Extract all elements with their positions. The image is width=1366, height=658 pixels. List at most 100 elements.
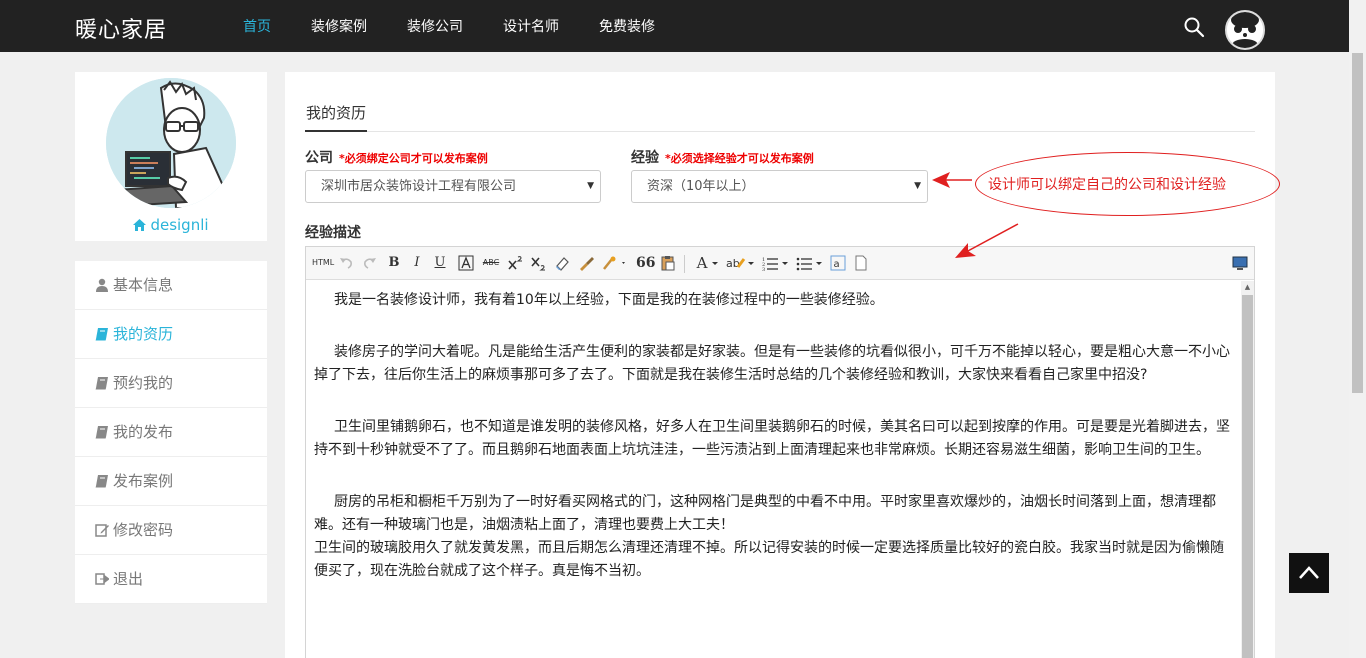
page-scrollbar-thumb[interactable] [1352, 53, 1363, 393]
side-item-basic-info[interactable]: 基本信息 [75, 261, 267, 310]
book-icon [95, 475, 108, 488]
undo-icon[interactable] [338, 254, 354, 272]
bold-button[interactable]: B [387, 254, 401, 272]
toolbar-separator [684, 255, 685, 273]
profile-card: designli [75, 72, 267, 241]
experience-select-value: 资深（10年以上） [647, 179, 755, 194]
scroll-up-icon[interactable]: ▲ [1241, 283, 1254, 293]
editor-paragraph: 卫生间的玻璃胶用久了就发黄发黑，而且后期怎么清理还清理不掉。所以记得安装的时候一… [314, 540, 1224, 579]
underline-button[interactable]: U [433, 254, 447, 272]
tab-bar: 我的资历 [305, 102, 1255, 132]
highlight-color-icon[interactable]: ab [726, 254, 746, 272]
experience-field-label: 经验 *必须选择经验才可以发布案例 [631, 147, 814, 167]
chevron-down-icon[interactable] [747, 254, 755, 272]
side-item-label: 我的发布 [113, 423, 174, 441]
ordered-list-icon[interactable]: 123 [762, 254, 780, 272]
chevron-down-icon: ▼ [587, 181, 594, 191]
panda-avatar-icon [1227, 12, 1263, 48]
tab-my-experience[interactable]: 我的资历 [305, 102, 368, 132]
chevron-down-icon: ▼ [914, 181, 921, 191]
side-item-label: 发布案例 [113, 472, 174, 490]
editor-paragraph: 卫生间里铺鹅卵石，也不知道是谁发明的装修风格，好多人在卫生间里装鹅卵石的时候，美… [314, 419, 1230, 458]
user-avatar[interactable] [1225, 10, 1265, 50]
rich-text-editor: HTML B I U ABC 66 A ab 123 a 我是一名装修设计师，我… [305, 246, 1255, 658]
nav-designers[interactable]: 设计名师 [503, 0, 559, 52]
chevron-down-icon[interactable] [711, 254, 719, 272]
fullscreen-icon[interactable] [1232, 254, 1248, 272]
svg-text:a: a [834, 259, 840, 270]
book-icon [95, 426, 108, 439]
username-text: designli [150, 216, 209, 234]
format-brush-icon[interactable] [578, 254, 596, 272]
font-color-button[interactable]: A [694, 254, 710, 272]
designer-illustration-icon [106, 78, 236, 208]
editor-scrollbar[interactable]: ▲ [1241, 281, 1254, 658]
side-item-publish-case[interactable]: 发布案例 [75, 457, 267, 506]
main-nav: 首页 装修案例 装修公司 设计名师 免费装修 [243, 0, 695, 52]
editor-blank-line [314, 462, 1233, 491]
side-item-label: 基本信息 [113, 276, 174, 294]
nav-companies[interactable]: 装修公司 [407, 0, 463, 52]
nav-cases[interactable]: 装修案例 [311, 0, 367, 52]
nav-free-decoration[interactable]: 免费装修 [599, 0, 655, 52]
brand-logo[interactable]: 暖心家居 [75, 12, 167, 44]
back-to-top-button[interactable] [1289, 553, 1329, 593]
editor-blank-line [314, 387, 1233, 416]
company-required-note: *必须绑定公司才可以发布案例 [339, 152, 488, 165]
strikethrough-button[interactable]: ABC [481, 254, 501, 272]
editor-scrollbar-thumb[interactable] [1242, 295, 1253, 658]
side-item-my-experience[interactable]: 我的资历 [75, 310, 267, 359]
profile-username[interactable]: designli [75, 216, 267, 234]
chevron-up-icon [1299, 566, 1319, 579]
page-scrollbar[interactable] [1349, 0, 1366, 658]
side-menu: 基本信息 我的资历 预约我的 我的发布 发布案例 修改密码 退出 [75, 261, 267, 604]
editor-paragraph: 我是一名装修设计师，我有着10年以上经验，下面是我的在装修过程中的一些装修经验。 [334, 292, 884, 308]
side-item-appointments[interactable]: 预约我的 [75, 359, 267, 408]
side-item-logout[interactable]: 退出 [75, 555, 267, 604]
company-select[interactable]: 深圳市居众装饰设计工程有限公司 ▼ [305, 170, 601, 203]
editor-toolbar: HTML B I U ABC 66 A ab 123 a [306, 247, 1254, 280]
font-border-icon[interactable] [458, 254, 474, 272]
search-icon[interactable] [1183, 16, 1205, 38]
unordered-list-icon[interactable] [796, 254, 814, 272]
book-icon [95, 328, 108, 341]
new-page-icon[interactable] [854, 254, 868, 272]
subscript-icon[interactable] [530, 254, 546, 272]
editor-paragraph: 装修房子的学问大着呢。凡是能给生活产生便利的家装都是好家装。但是有一些装修的坑看… [314, 344, 1230, 383]
side-item-label: 我的资历 [113, 325, 174, 343]
experience-label-text: 经验 [631, 150, 659, 166]
editor-paragraph: 厨房的吊柜和橱柜千万别为了一时好看买网格式的门，这种网格门是典型的中看不中用。平… [314, 494, 1216, 533]
company-label-text: 公司 [305, 150, 333, 166]
chevron-down-icon[interactable] [815, 254, 823, 272]
anchor-icon[interactable]: a [830, 254, 846, 272]
svg-text:3: 3 [762, 267, 765, 272]
logout-icon [95, 573, 109, 585]
company-select-value: 深圳市居众装饰设计工程有限公司 [321, 179, 517, 194]
profile-avatar[interactable] [106, 78, 236, 208]
nav-home[interactable]: 首页 [243, 0, 271, 52]
side-item-label: 修改密码 [113, 521, 174, 539]
paste-plain-icon[interactable] [660, 254, 676, 272]
top-navbar: 暖心家居 首页 装修案例 装修公司 设计名师 免费装修 [0, 0, 1366, 52]
redo-icon[interactable] [362, 254, 378, 272]
blockquote-button[interactable]: 66 [636, 254, 655, 272]
company-field-label: 公司 *必须绑定公司才可以发布案例 [305, 147, 488, 167]
side-item-my-posts[interactable]: 我的发布 [75, 408, 267, 457]
html-source-button[interactable]: HTML [312, 254, 334, 272]
auto-format-icon[interactable] [602, 254, 628, 272]
superscript-icon[interactable] [507, 254, 523, 272]
home-icon [133, 219, 147, 231]
book-icon [95, 377, 108, 390]
editor-content[interactable]: 我是一名装修设计师，我有着10年以上经验，下面是我的在装修过程中的一些装修经验。… [306, 281, 1241, 658]
italic-button[interactable]: I [410, 254, 424, 272]
side-item-change-password[interactable]: 修改密码 [75, 506, 267, 555]
side-item-label: 退出 [113, 570, 144, 588]
chevron-down-icon[interactable] [781, 254, 789, 272]
side-item-label: 预约我的 [113, 374, 174, 392]
experience-select[interactable]: 资深（10年以上） ▼ [631, 170, 928, 203]
eraser-icon[interactable] [554, 254, 570, 272]
annotation-text: 设计师可以绑定自己的公司和设计经验 [988, 177, 1226, 193]
edit-icon [95, 524, 109, 537]
svg-text:ab: ab [726, 257, 740, 270]
user-icon [96, 278, 108, 292]
